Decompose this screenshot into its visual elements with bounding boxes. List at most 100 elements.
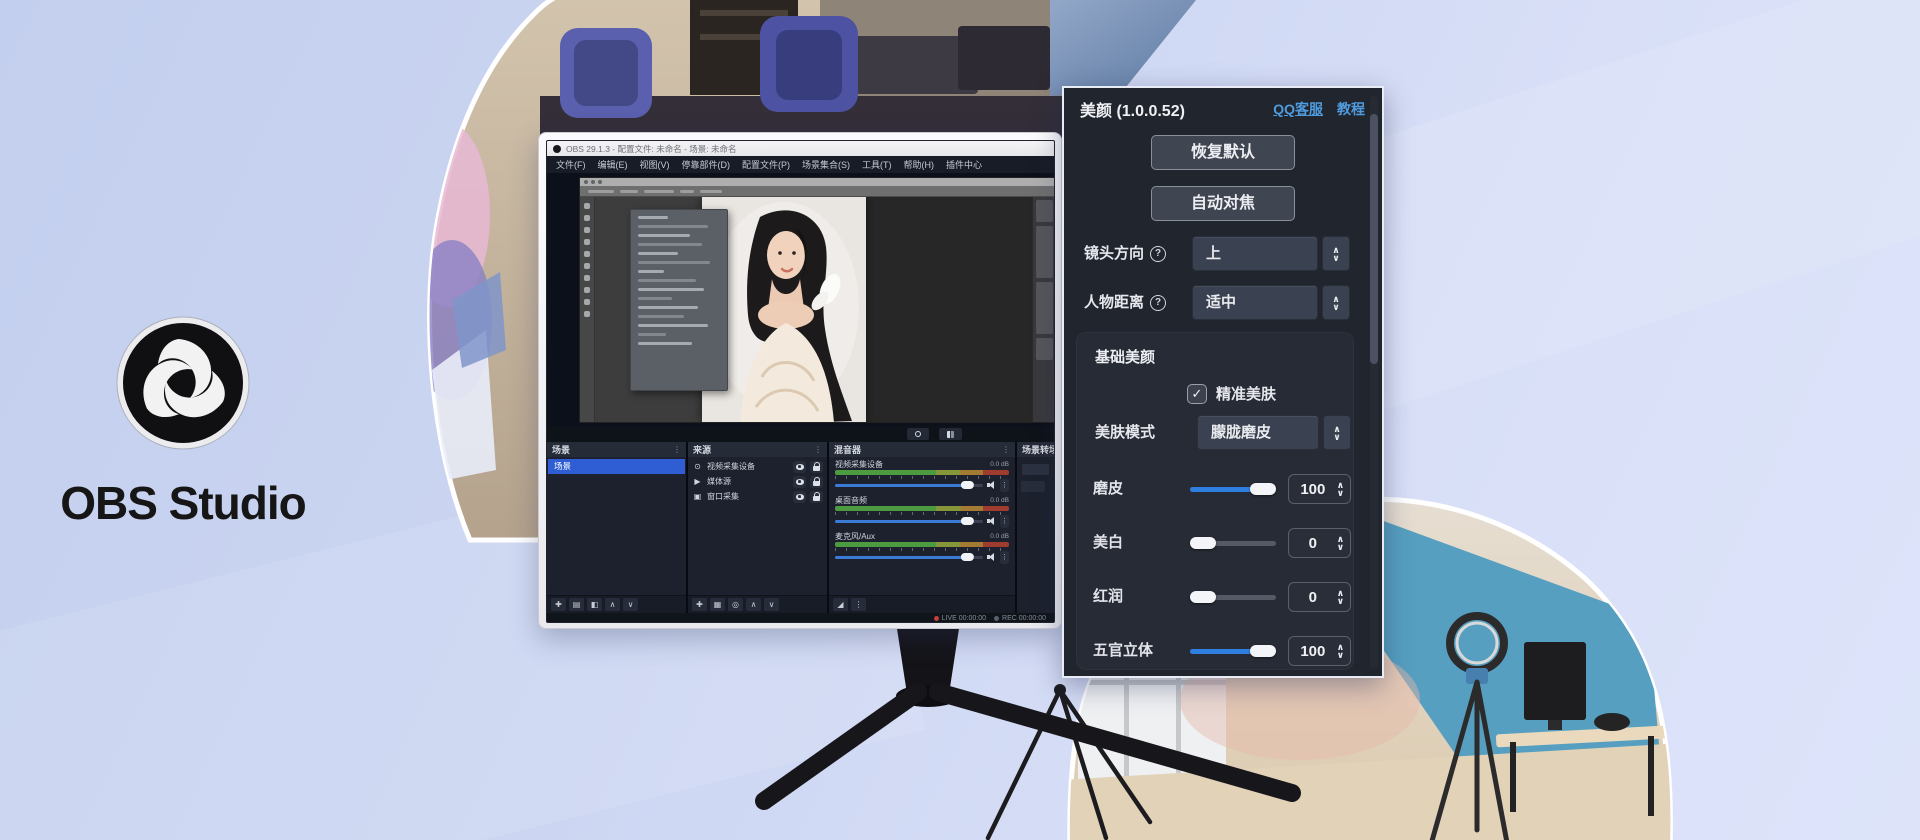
obs-titlebar: OBS 29.1.3 - 配置文件: 未命名 - 场景: 未命名	[547, 141, 1054, 156]
remove-icon[interactable]: ▦	[710, 598, 725, 611]
obs-branding: OBS Studio	[50, 316, 316, 530]
slider-handle[interactable]	[1190, 591, 1216, 603]
dock-menu-icon[interactable]: ⋮	[1002, 445, 1010, 454]
visibility-toggle[interactable]	[793, 461, 806, 473]
rosy-slider[interactable]	[1190, 580, 1276, 614]
visibility-toggle[interactable]	[793, 476, 806, 488]
menu-profile[interactable]: 配置文件(P)	[737, 158, 795, 171]
lock-toggle[interactable]	[810, 476, 823, 488]
restore-defaults-button[interactable]: 恢复默认	[1151, 135, 1295, 170]
blue-wedge-shape	[1050, 0, 1196, 96]
remove-icon[interactable]: ▤	[569, 598, 584, 611]
whitening-slider[interactable]	[1190, 526, 1276, 560]
face-sculpt-value-box[interactable]: 100 ∧∨	[1288, 636, 1351, 666]
lock-toggle[interactable]	[810, 491, 823, 503]
whitening-value-box[interactable]: 0 ∧∨	[1288, 528, 1351, 558]
menu-help[interactable]: 帮助(H)	[899, 158, 940, 171]
channel-options-icon[interactable]: ⋮	[1000, 551, 1009, 564]
slider-handle[interactable]	[1250, 483, 1276, 495]
filter-icon[interactable]: ◧	[587, 598, 602, 611]
spin-down-icon[interactable]: ∨	[1337, 489, 1344, 497]
slider-handle[interactable]	[1190, 537, 1216, 549]
smoothing-value-box[interactable]: 100 ∧∨	[1288, 474, 1351, 504]
menu-view[interactable]: 视图(V)	[635, 158, 675, 171]
move-up-icon[interactable]: ∧	[746, 598, 761, 611]
source-row-media[interactable]: ▶ 媒体源	[688, 474, 827, 489]
obs-preview-canvas	[547, 173, 1054, 426]
smoothing-label: 磨皮	[1093, 472, 1123, 506]
volume-slider[interactable]	[835, 556, 983, 559]
meter-ticks	[835, 512, 1009, 515]
live-status: LIVE 00:00:00	[934, 615, 986, 622]
volume-slider[interactable]	[835, 520, 983, 523]
lock-icon	[813, 481, 820, 486]
skin-mode-stepper[interactable]: ∧∨	[1323, 415, 1351, 450]
spin-down-icon[interactable]: ∨	[1337, 597, 1344, 605]
transition-duration-field[interactable]	[1021, 481, 1045, 492]
mixer-dock-header: 混音器 ⋮	[829, 442, 1015, 457]
move-up-icon[interactable]: ∧	[605, 598, 620, 611]
precise-skin-label: 精准美肤	[1216, 383, 1276, 404]
spin-down-icon[interactable]: ∨	[1337, 543, 1344, 551]
face-sculpt-slider[interactable]	[1190, 634, 1276, 668]
volume-meter	[835, 542, 1009, 547]
auto-focus-button[interactable]: 自动对焦	[1151, 186, 1295, 221]
person-distance-label: 人物距离	[1084, 294, 1144, 311]
whitening-slider-row: 美白 0 ∧∨	[1077, 526, 1353, 561]
precise-skin-row: ✓ 精准美肤	[1187, 383, 1276, 404]
source-row-video-capture[interactable]: ⊙ 视频采集设备	[688, 459, 827, 474]
person-distance-row: 人物距离? 适中 ∧∨	[1064, 285, 1382, 320]
panel-scrollbar[interactable]	[1370, 96, 1378, 668]
volume-slider[interactable]	[835, 484, 983, 487]
properties-icon[interactable]: ◎	[728, 598, 743, 611]
person-distance-stepper[interactable]: ∧∨	[1322, 285, 1350, 320]
tutorial-link[interactable]: 教程	[1337, 99, 1365, 119]
move-down-icon[interactable]: ∨	[764, 598, 779, 611]
scene-item-selected[interactable]: 场景	[548, 459, 685, 474]
visibility-toggle[interactable]	[793, 491, 806, 503]
layout-toggle-button[interactable]	[939, 428, 962, 440]
speaker-icon[interactable]	[987, 481, 996, 490]
speaker-icon[interactable]	[987, 553, 996, 562]
lock-toggle[interactable]	[810, 461, 823, 473]
rosy-value-box[interactable]: 0 ∧∨	[1288, 582, 1351, 612]
dock-menu-icon[interactable]: ⋮	[673, 445, 681, 454]
spin-down-icon[interactable]: ∨	[1337, 651, 1344, 659]
skin-mode-select[interactable]: 朦胧磨皮	[1197, 415, 1319, 450]
scenes-dock-header: 场景 ⋮	[547, 442, 686, 457]
meter-ticks	[835, 476, 1009, 479]
smoothing-slider-row: 磨皮 100 ∧∨	[1077, 472, 1353, 507]
qq-support-link[interactable]: QQ客服	[1273, 99, 1323, 119]
camera-direction-select[interactable]: 上	[1192, 236, 1318, 271]
menu-edit[interactable]: 编辑(E)	[593, 158, 633, 171]
help-icon[interactable]: ?	[1150, 246, 1166, 262]
record-toggle-button[interactable]	[907, 428, 929, 440]
panel-scrollbar-thumb[interactable]	[1370, 114, 1378, 364]
smoothing-slider[interactable]	[1190, 472, 1276, 506]
add-icon[interactable]: ✚	[692, 598, 707, 611]
help-icon[interactable]: ?	[1150, 295, 1166, 311]
dock-menu-icon[interactable]: ⋮	[814, 445, 822, 454]
menu-docks[interactable]: 停靠部件(D)	[677, 158, 736, 171]
person-distance-select[interactable]: 适中	[1192, 285, 1318, 320]
camera-direction-stepper[interactable]: ∧∨	[1322, 236, 1350, 271]
more-icon[interactable]: ⋮	[851, 598, 866, 611]
menu-tools[interactable]: 工具(T)	[857, 158, 897, 171]
slider-handle[interactable]	[1250, 645, 1276, 657]
channel-options-icon[interactable]: ⋮	[1000, 515, 1009, 528]
precise-skin-checkbox[interactable]: ✓	[1187, 384, 1207, 404]
speaker-icon[interactable]	[987, 517, 996, 526]
advanced-audio-icon[interactable]: ◢	[833, 598, 848, 611]
menu-plugin-center[interactable]: 插件中心	[941, 158, 987, 171]
add-icon[interactable]: ✚	[551, 598, 566, 611]
volume-slider-handle[interactable]	[961, 517, 974, 525]
volume-slider-handle[interactable]	[961, 553, 974, 561]
source-row-window-capture[interactable]: ▣ 窗口采集	[688, 489, 827, 504]
move-down-icon[interactable]: ∨	[623, 598, 638, 611]
channel-options-icon[interactable]: ⋮	[1000, 479, 1009, 492]
menu-file[interactable]: 文件(F)	[551, 158, 591, 171]
transition-select[interactable]	[1021, 463, 1050, 476]
volume-slider-handle[interactable]	[961, 481, 974, 489]
menu-scene-collection[interactable]: 场景集合(S)	[797, 158, 855, 171]
ps-titlebar	[580, 178, 1054, 186]
